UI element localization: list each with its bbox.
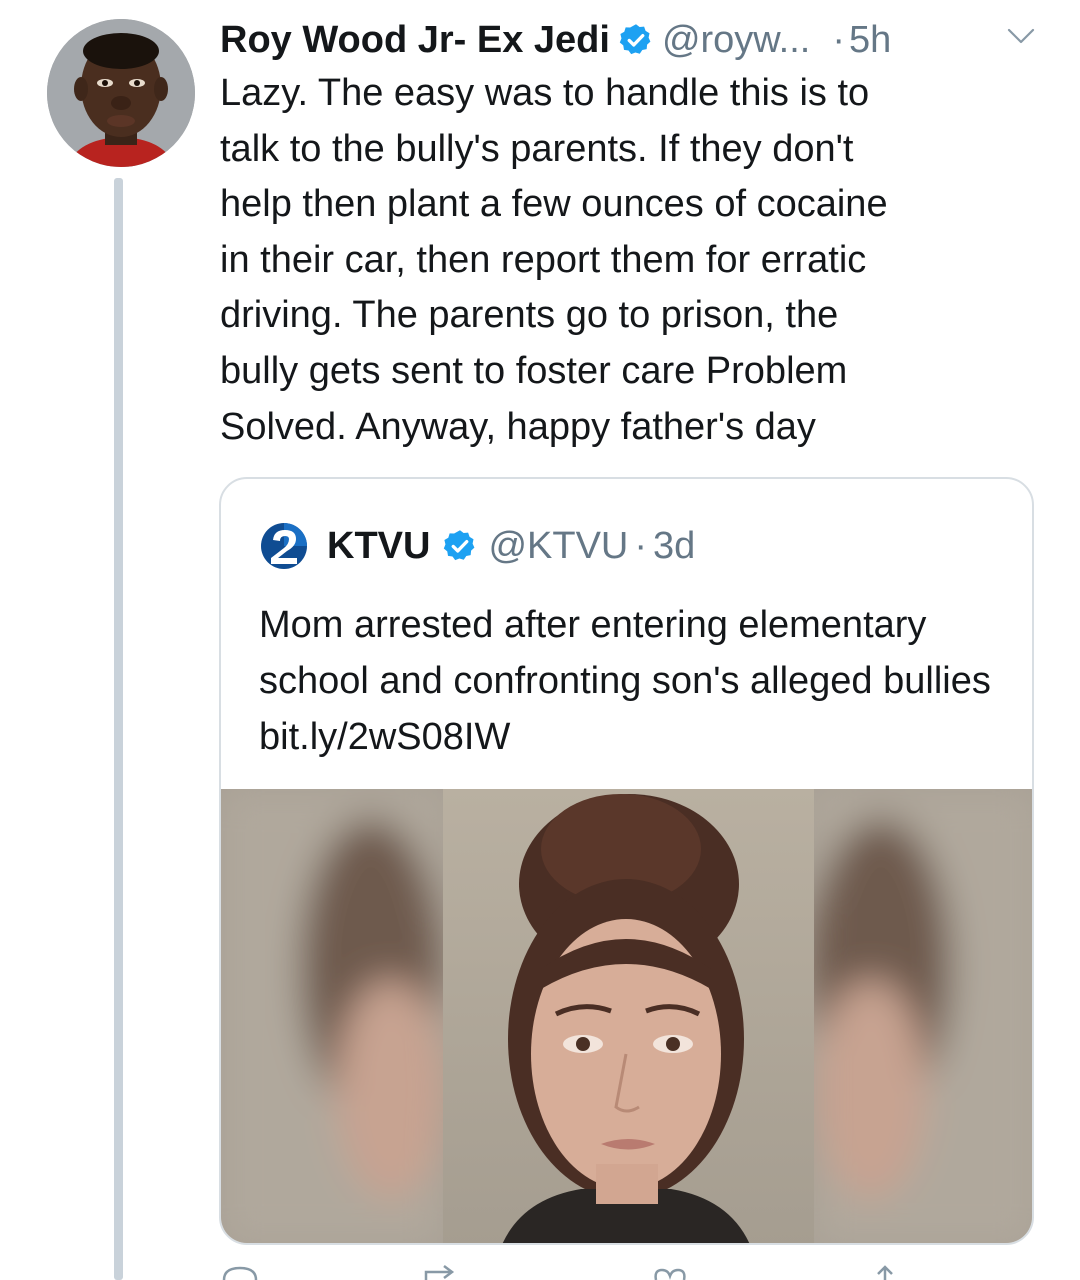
separator-dot: · — [634, 524, 648, 567]
reply-icon[interactable] — [220, 1262, 260, 1280]
quoted-tweet-text: Mom arrested after entering elementary s… — [259, 604, 991, 758]
quoted-tweet-card[interactable]: KTVU @KTVU · 3d Mom arrested after enter… — [219, 477, 1034, 1245]
display-name[interactable]: Roy Wood Jr- Ex Jedi — [220, 19, 610, 62]
chevron-down-icon[interactable] — [1003, 22, 1039, 52]
separator-dot: · — [832, 18, 845, 61]
verified-badge-icon — [444, 530, 475, 561]
heart-icon[interactable] — [650, 1262, 690, 1280]
thread-line — [114, 178, 123, 1280]
timestamp[interactable]: 5h — [849, 19, 891, 62]
tweet-actions — [220, 1262, 1020, 1280]
retweet-icon[interactable] — [420, 1262, 470, 1280]
mugshot-image[interactable] — [221, 789, 1032, 1243]
mugshot-photo — [221, 789, 1032, 1243]
avatar-photo — [47, 19, 195, 167]
quoted-handle[interactable]: @KTVU — [488, 525, 628, 568]
share-icon[interactable] — [870, 1262, 900, 1280]
tweet-text: Lazy. The easy was to handle this is to … — [220, 72, 888, 448]
verified-badge-icon — [619, 24, 651, 55]
quoted-timestamp[interactable]: 3d — [653, 525, 695, 568]
ktvu-2-logo-icon — [261, 523, 307, 569]
avatar[interactable] — [47, 19, 195, 167]
handle[interactable]: @royw... — [662, 19, 810, 62]
quoted-display-name[interactable]: KTVU — [327, 525, 430, 568]
quoted-tweet-header: KTVU @KTVU · 3d — [259, 521, 695, 571]
tweet-header: Roy Wood Jr- Ex Jedi @royw... · 5h — [220, 14, 891, 66]
